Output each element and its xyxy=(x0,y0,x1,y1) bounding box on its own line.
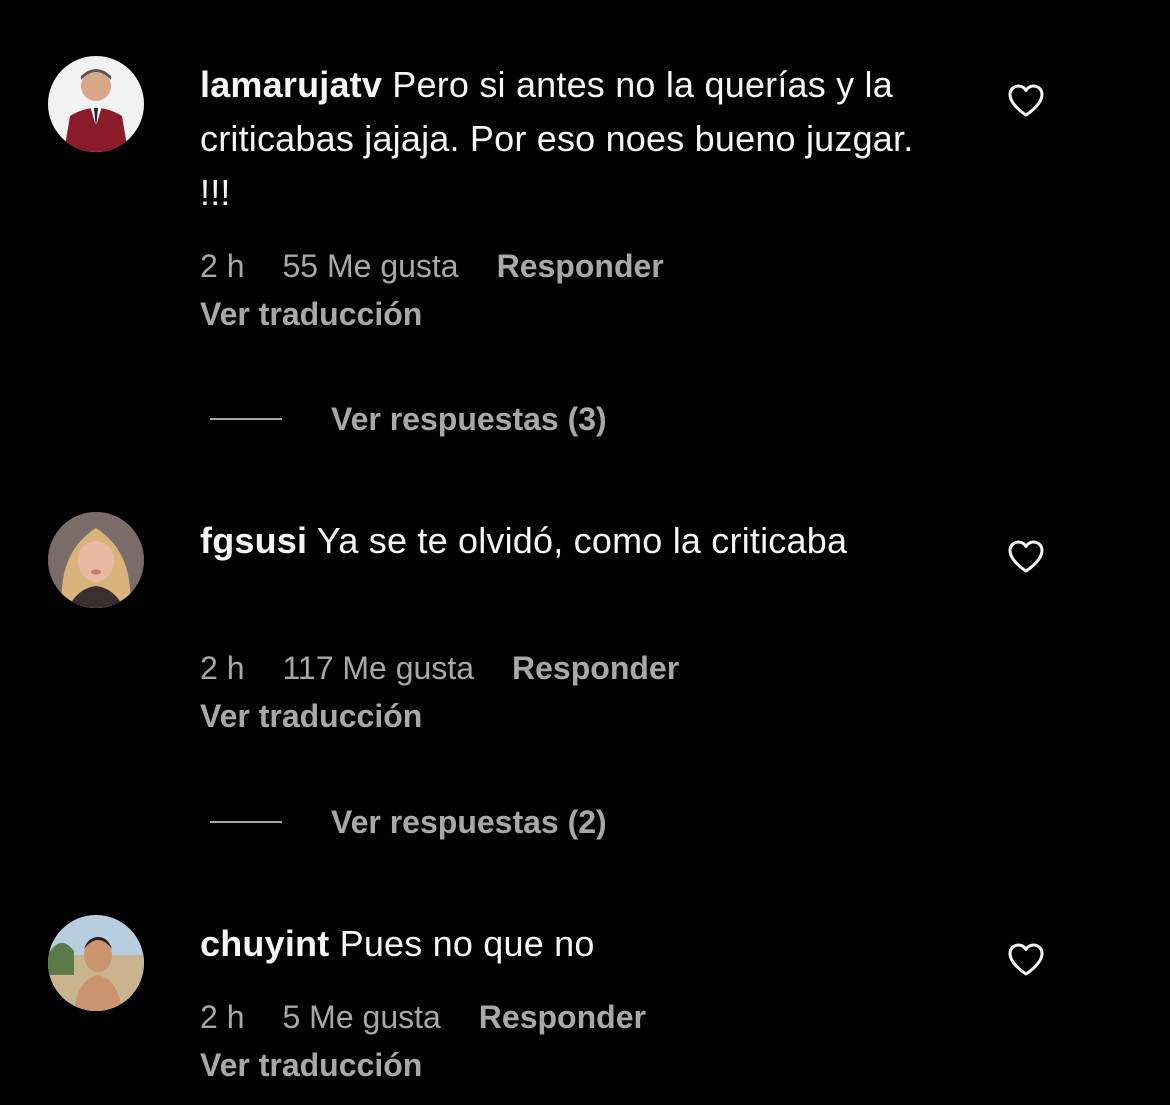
see-translation-button[interactable]: Ver traducción xyxy=(200,1045,422,1085)
comment-meta: 2 h 5 Me gusta Responder xyxy=(200,997,646,1037)
avatar[interactable] xyxy=(48,915,144,1011)
comment-meta: 2 h 117 Me gusta Responder xyxy=(200,648,679,688)
like-count[interactable]: 117 Me gusta xyxy=(282,648,474,688)
like-count[interactable]: 5 Me gusta xyxy=(282,997,440,1037)
like-button[interactable] xyxy=(1006,537,1046,577)
comment-username[interactable]: lamarujatv xyxy=(200,64,382,105)
reply-button[interactable]: Responder xyxy=(497,246,664,286)
view-replies-label: Ver respuestas (2) xyxy=(331,804,607,840)
comment-time: 2 h xyxy=(200,999,245,1035)
like-count[interactable]: 55 Me gusta xyxy=(282,246,458,286)
replies-divider xyxy=(210,418,282,420)
comment-meta: 2 h 55 Me gusta Responder xyxy=(200,246,664,286)
view-replies-label: Ver respuestas (3) xyxy=(331,401,607,437)
comment-username[interactable]: fgsusi xyxy=(200,520,307,561)
see-translation-button[interactable]: Ver traducción xyxy=(200,696,422,736)
comment-text-block: fgsusi Ya se te olvidó, como la criticab… xyxy=(200,514,940,568)
comment-text-block: lamarujatv Pero si antes no la querías y… xyxy=(200,58,940,220)
reply-button[interactable]: Responder xyxy=(479,997,646,1037)
comment-time: 2 h xyxy=(200,650,245,686)
heart-outline-icon xyxy=(1008,540,1044,573)
comment-text: Ya se te olvidó, como la criticaba xyxy=(316,520,848,561)
comment-time: 2 h xyxy=(200,248,245,284)
reply-button[interactable]: Responder xyxy=(512,648,679,688)
heart-outline-icon xyxy=(1008,84,1044,117)
avatar[interactable] xyxy=(48,56,144,152)
like-button[interactable] xyxy=(1006,81,1046,121)
comment-username[interactable]: chuyint xyxy=(200,923,329,964)
comment-text-block: chuyint Pues no que no xyxy=(200,917,940,971)
replies-divider xyxy=(210,821,282,823)
heart-outline-icon xyxy=(1008,943,1044,976)
like-button[interactable] xyxy=(1006,940,1046,980)
comment-text: Pues no que no xyxy=(339,923,595,964)
avatar-photo-icon xyxy=(48,915,144,1011)
see-translation-button[interactable]: Ver traducción xyxy=(200,294,422,334)
avatar[interactable] xyxy=(48,512,144,608)
avatar-photo-icon xyxy=(48,56,144,152)
avatar-photo-icon xyxy=(48,512,144,608)
